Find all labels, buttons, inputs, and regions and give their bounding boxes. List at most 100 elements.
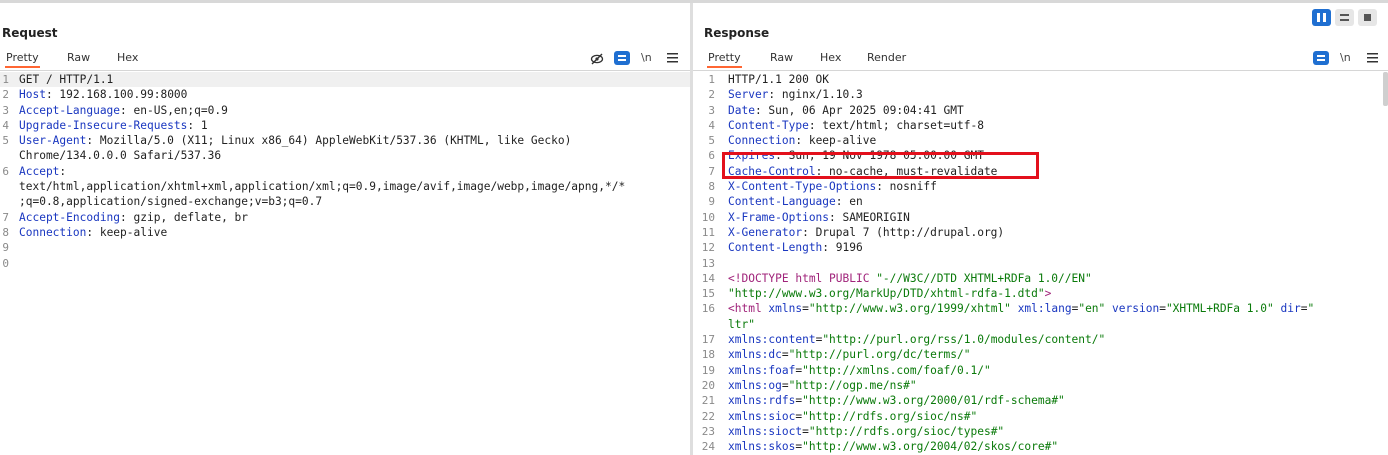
header-name: Expires <box>728 149 776 163</box>
code-text: Content-Length: 9196 <box>728 240 863 255</box>
header-value: : gzip, deflate, br <box>120 210 249 224</box>
header-name: Connection <box>19 225 87 239</box>
header-value: : Mozilla/5.0 (X11; Linux x86_64) AppleW… <box>86 134 572 148</box>
code-line: 24 xmlns:skos="http://www.w3.org/2004/02/… <box>693 439 1388 454</box>
header-name: X-Frame-Options <box>728 210 830 224</box>
line-number: 9 <box>2 241 9 255</box>
header-name: Date <box>728 103 755 117</box>
line-number: 21 <box>701 394 715 408</box>
response-tab-hex[interactable]: Hex <box>819 51 842 64</box>
html-token: = <box>802 424 809 438</box>
code-line: 23 xmlns:sioct="http://rdfs.org/sioc/type… <box>693 424 1388 439</box>
html-token: version <box>1112 302 1160 316</box>
line-number: 3 <box>2 103 9 117</box>
response-tab-render[interactable]: Render <box>866 51 907 64</box>
code-text: Cache-Control: no-cache, must-revalidate <box>728 164 997 179</box>
response-pane: Response Pretty Raw Hex Render \n 1 HTTP/… <box>693 3 1388 455</box>
code-line: 6 Expires: Sun, 19 Nov 1978 05:00:00 GMT <box>693 148 1388 163</box>
line-number: 1 <box>2 73 9 86</box>
code-line: 2 Server: nginx/1.10.3 <box>693 87 1388 102</box>
wrap-lines-icon[interactable] <box>1313 51 1329 65</box>
html-token: = <box>1159 302 1166 316</box>
code-line: 11 X-Generator: Drupal 7 (http://drupal.o… <box>693 225 1388 240</box>
code-text: Content-Type: text/html; charset=utf-8 <box>728 118 984 133</box>
code-text: Server: nginx/1.10.3 <box>728 87 863 102</box>
code-text: xmlns:content="http://purl.org/rss/1.0/m… <box>728 332 1105 347</box>
line-number: 15 <box>701 287 715 301</box>
hamburger-menu-icon[interactable] <box>667 52 678 63</box>
html-token: "http://rdfs.org/sioc/types#" <box>808 424 1005 438</box>
response-scrollbar[interactable] <box>1383 72 1388 106</box>
html-token: xmlns:skos <box>728 440 796 454</box>
code-line: 19 xmlns:foaf="http://xmlns.com/foaf/0.1/… <box>693 363 1388 378</box>
line-number: 19 <box>701 363 715 377</box>
header-name: Server <box>728 88 769 102</box>
code-line: 21 xmlns:rdfs="http://www.w3.org/2000/01/… <box>693 393 1388 408</box>
request-tab-pretty[interactable]: Pretty <box>5 51 40 68</box>
code-text: <!DOCTYPE html PUBLIC "-//W3C//DTD XHTML… <box>728 271 1092 286</box>
html-token: > <box>1044 287 1052 301</box>
html-token: "en" <box>1078 302 1106 316</box>
code-line: 13 <box>693 256 1388 271</box>
single-pane-icon[interactable] <box>1358 9 1377 26</box>
header-name: Accept-Encoding <box>19 210 121 224</box>
code-line: 0 <box>0 256 690 271</box>
code-text: X-Content-Type-Options: nosniff <box>728 179 937 194</box>
code-line: ;q=0.8,application/signed-exchange;v=b3;… <box>0 194 690 209</box>
request-tab-hex[interactable]: Hex <box>116 51 139 64</box>
html-token: "http://www.w3.org/MarkUp/DTD/xhtml-rdfa… <box>728 287 1045 301</box>
line-number: 12 <box>701 241 715 255</box>
code-line: 5 User-Agent: Mozilla/5.0 (X11; Linux x86… <box>0 133 690 148</box>
response-title: Response <box>704 26 770 40</box>
html-token: "http://xmlns.com/foaf/0.1/" <box>802 363 991 377</box>
line-number: 7 <box>2 210 9 224</box>
header-value: : Drupal 7 (http://drupal.org) <box>802 225 1005 239</box>
line-number: 4 <box>708 118 715 132</box>
response-tab-raw[interactable]: Raw <box>769 51 794 64</box>
code-line: 22 xmlns:sioc="http://rdfs.org/sioc/ns#" <box>693 409 1388 424</box>
line-number: 13 <box>701 256 715 270</box>
request-tabs: Pretty Raw Hex \n <box>0 48 690 71</box>
code-text: xmlns:skos="http://www.w3.org/2004/02/sk… <box>728 439 1058 454</box>
code-text: HTTP/1.1 200 OK <box>728 73 830 86</box>
header-value: : 192.168.100.99:8000 <box>45 88 188 102</box>
code-line: 1 HTTP/1.1 200 OK <box>693 72 1388 87</box>
code-text: ltr" <box>728 317 755 332</box>
response-editor[interactable]: 1 HTTP/1.1 200 OK 2 Server: nginx/1.10.3 3 Da… <box>693 72 1388 455</box>
request-tab-raw[interactable]: Raw <box>66 51 91 64</box>
html-token: = <box>781 348 789 362</box>
line-number: 2 <box>2 88 9 102</box>
request-editor[interactable]: 1 GET / HTTP/1.1 2 Host: 192.168.100.99:800… <box>0 72 690 455</box>
code-text: xmlns:sioct="http://rdfs.org/sioc/types#… <box>728 424 1004 439</box>
wrap-lines-icon[interactable] <box>614 51 630 65</box>
line-number: 2 <box>708 88 715 102</box>
split-horizontal-icon[interactable] <box>1312 9 1331 26</box>
code-text: GET / HTTP/1.1 <box>19 73 114 86</box>
code-text: Chrome/134.0.0.0 Safari/537.36 <box>19 149 222 163</box>
html-token: "-//W3C//DTD XHTML+RDFa 1.0//EN" <box>876 271 1092 285</box>
layout-controls <box>1312 9 1380 26</box>
header-name: Upgrade-Insecure-Requests <box>19 118 188 132</box>
code-line: 5 Connection: keep-alive <box>693 133 1388 148</box>
split-vertical-icon[interactable] <box>1335 9 1354 26</box>
header-value: : text/html; charset=utf-8 <box>808 118 984 132</box>
header-name: Content-Type <box>728 118 809 132</box>
code-line: text/html,application/xhtml+xml,applicat… <box>0 179 690 194</box>
line-number: 14 <box>701 271 715 285</box>
code-line: 9 <box>0 240 690 255</box>
code-line: 10 X-Frame-Options: SAMEORIGIN <box>693 210 1388 225</box>
response-tab-pretty[interactable]: Pretty <box>707 51 742 68</box>
hamburger-menu-icon[interactable] <box>1367 52 1378 63</box>
header-name: Accept-Language <box>19 103 121 117</box>
header-value: : nginx/1.10.3 <box>768 88 863 102</box>
header-name: Content-Length <box>728 241 823 255</box>
code-text: Expires: Sun, 19 Nov 1978 05:00:00 GMT <box>728 148 984 163</box>
newline-toggle[interactable]: \n <box>641 51 652 64</box>
code-line: 6 Accept: <box>0 164 690 179</box>
newline-toggle[interactable]: \n <box>1340 51 1351 64</box>
html-token: <!DOCTYPE html PUBLIC <box>728 271 877 285</box>
request-pane: Request Pretty Raw Hex \n 1 GET / HTTP/1.… <box>0 3 690 455</box>
line-number: 1 <box>708 73 715 86</box>
eye-off-icon[interactable] <box>590 52 604 66</box>
header-value: : en <box>835 195 863 209</box>
